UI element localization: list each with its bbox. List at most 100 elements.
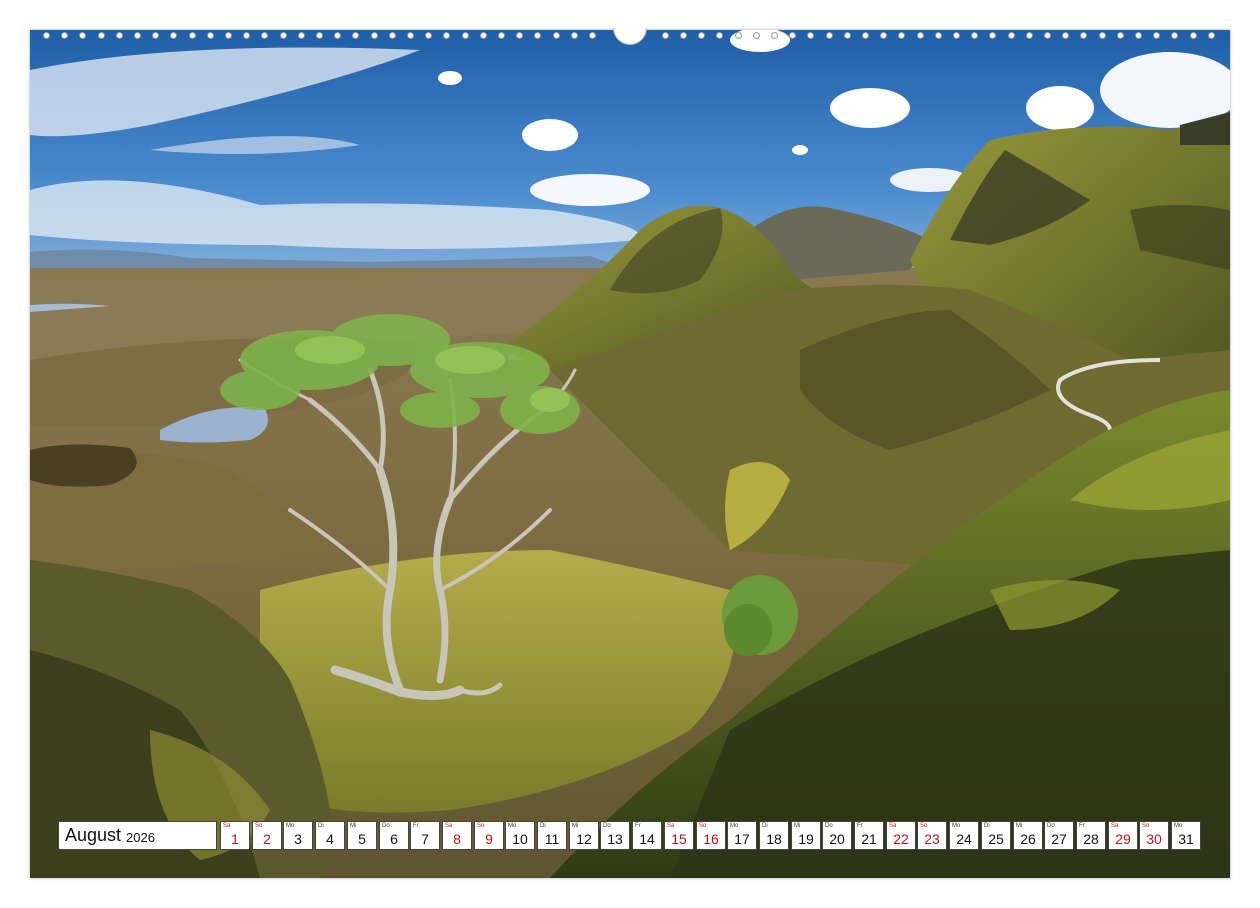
- year-label: 2026: [126, 829, 155, 845]
- weekday-label: Mo: [1174, 823, 1183, 829]
- day-number: 17: [734, 831, 750, 847]
- day-number: 11: [544, 831, 560, 847]
- day-cell: Mi 19: [791, 821, 821, 850]
- day-number: 3: [294, 831, 302, 847]
- weekday-label: Mo: [730, 823, 739, 829]
- weekday-label: Mo: [286, 823, 295, 829]
- day-number: 19: [798, 831, 814, 847]
- day-cell: Do 20: [822, 821, 852, 850]
- month-label-box: August 2026: [58, 821, 217, 850]
- day-cell: Mi 12: [569, 821, 599, 850]
- weekday-label: Sa: [1111, 823, 1119, 829]
- day-number: 18: [766, 831, 782, 847]
- day-number: 31: [1178, 831, 1194, 847]
- calendar-page: August 2026 Sa 1 So 2 Mo 3 Di 4 Mi 5 Do 6 Fr 7 Sa 8 So 9 M…: [0, 0, 1260, 908]
- day-number: 7: [421, 831, 429, 847]
- day-number: 21: [861, 831, 877, 847]
- weekday-label: Di: [540, 823, 546, 829]
- weekday-label: Mi: [572, 823, 579, 829]
- weekday-label: So: [255, 823, 263, 829]
- day-cell: Sa 8: [442, 821, 472, 850]
- day-number: 27: [1051, 831, 1067, 847]
- day-cell: Fr 14: [632, 821, 662, 850]
- weekday-label: Fr: [857, 823, 863, 829]
- day-number: 20: [829, 831, 845, 847]
- day-cell: Mo 31: [1171, 821, 1201, 850]
- day-cell: Di 11: [537, 821, 567, 850]
- day-number: 26: [1020, 831, 1036, 847]
- day-cell: Do 6: [379, 821, 409, 850]
- weekday-label: Fr: [635, 823, 641, 829]
- day-number: 5: [358, 831, 366, 847]
- day-cell: So 16: [696, 821, 726, 850]
- day-number: 23: [924, 831, 940, 847]
- day-number: 6: [390, 831, 398, 847]
- weekday-label: Fr: [1079, 823, 1085, 829]
- weekday-label: So: [699, 823, 707, 829]
- weekday-label: Sa: [667, 823, 675, 829]
- weekday-label: Mi: [1016, 823, 1023, 829]
- weekday-label: So: [477, 823, 485, 829]
- weekday-label: Sa: [223, 823, 231, 829]
- weekday-label: Do: [603, 823, 611, 829]
- day-cell: So 30: [1139, 821, 1169, 850]
- weekday-label: So: [920, 823, 928, 829]
- day-number: 29: [1115, 831, 1131, 847]
- day-cell: Do 27: [1044, 821, 1074, 850]
- day-cell: Fr 28: [1076, 821, 1106, 850]
- day-cell: Mo 10: [505, 821, 535, 850]
- weekday-label: Sa: [445, 823, 453, 829]
- day-cell: Sa 29: [1108, 821, 1138, 850]
- day-cell: So 2: [252, 821, 282, 850]
- day-number: 1: [231, 831, 239, 847]
- day-number: 14: [639, 831, 655, 847]
- day-cell: Di 18: [759, 821, 789, 850]
- day-number: 24: [956, 831, 972, 847]
- weekday-label: Do: [382, 823, 390, 829]
- day-number: 2: [263, 831, 271, 847]
- weekday-label: Mi: [350, 823, 357, 829]
- day-number: 13: [607, 831, 623, 847]
- day-number: 4: [326, 831, 334, 847]
- day-number: 22: [893, 831, 909, 847]
- day-cell: Fr 7: [410, 821, 440, 850]
- day-number: 12: [576, 831, 592, 847]
- weekday-label: Mo: [508, 823, 517, 829]
- day-number: 30: [1146, 831, 1162, 847]
- day-number: 8: [453, 831, 461, 847]
- day-cell: Mo 3: [283, 821, 313, 850]
- weekday-label: Do: [825, 823, 833, 829]
- day-cell: So 23: [917, 821, 947, 850]
- weekday-label: Mo: [952, 823, 961, 829]
- weekday-label: Di: [762, 823, 768, 829]
- landscape-photo: [30, 30, 1230, 878]
- day-cell: Sa 15: [664, 821, 694, 850]
- calendar-strip: August 2026 Sa 1 So 2 Mo 3 Di 4 Mi 5 Do 6 Fr 7 Sa 8 So 9 M…: [58, 821, 1202, 850]
- day-number: 28: [1083, 831, 1099, 847]
- day-cell: Mi 5: [347, 821, 377, 850]
- day-cell: Di 4: [315, 821, 345, 850]
- day-cell: Sa 22: [886, 821, 916, 850]
- weekday-label: So: [1142, 823, 1150, 829]
- day-number: 10: [512, 831, 528, 847]
- month-name: August: [65, 825, 122, 845]
- weekday-label: Do: [1047, 823, 1055, 829]
- day-cell: Di 25: [981, 821, 1011, 850]
- day-number: 9: [485, 831, 493, 847]
- weekday-label: Sa: [889, 823, 897, 829]
- weekday-label: Di: [318, 823, 324, 829]
- weekday-label: Di: [984, 823, 990, 829]
- day-cell: Mi 26: [1013, 821, 1043, 850]
- day-cell: Fr 21: [854, 821, 884, 850]
- day-number: 15: [671, 831, 687, 847]
- weekday-label: Fr: [413, 823, 419, 829]
- day-cell: Do 13: [600, 821, 630, 850]
- day-number: 16: [703, 831, 719, 847]
- day-cell: So 9: [474, 821, 504, 850]
- day-cell: Mo 24: [949, 821, 979, 850]
- day-cell: Mo 17: [727, 821, 757, 850]
- calendar-sheet: [30, 30, 1230, 878]
- day-number: 25: [988, 831, 1004, 847]
- day-cell: Sa 1: [220, 821, 250, 850]
- weekday-label: Mi: [794, 823, 801, 829]
